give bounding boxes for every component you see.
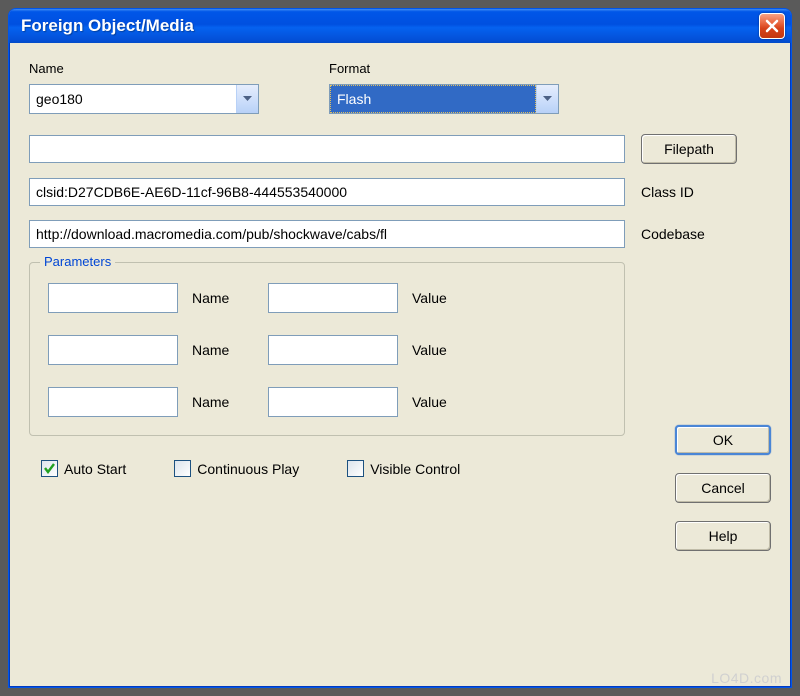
autostart-check[interactable]: Auto Start (41, 460, 126, 477)
visible-checkbox[interactable] (347, 460, 364, 477)
dialog-content: Name geo180 Format Flash (9, 43, 791, 493)
continuous-check[interactable]: Continuous Play (174, 460, 299, 477)
parameters-legend: Parameters (40, 254, 115, 269)
autostart-checkbox[interactable] (41, 460, 58, 477)
dialog-window: Foreign Object/Media Name geo180 Format (8, 8, 792, 688)
classid-input[interactable] (29, 178, 625, 206)
param-row-2: Name Value (48, 335, 606, 365)
name-combo-value: geo180 (30, 85, 236, 113)
continuous-checkbox[interactable] (174, 460, 191, 477)
format-combo-button[interactable] (536, 85, 558, 113)
filepath-button[interactable]: Filepath (641, 134, 737, 164)
titlebar: Foreign Object/Media (9, 9, 791, 43)
param-value-input-2[interactable] (268, 335, 398, 365)
chevron-down-icon (243, 96, 252, 102)
window-title: Foreign Object/Media (21, 16, 759, 36)
autostart-label: Auto Start (64, 461, 126, 477)
name-combo-button[interactable] (236, 85, 258, 113)
param-name-label: Name (192, 290, 254, 306)
param-row-1: Name Value (48, 283, 606, 313)
visible-label: Visible Control (370, 461, 460, 477)
filepath-row: Filepath (29, 134, 771, 164)
name-label: Name (29, 61, 259, 76)
format-combo[interactable]: Flash (329, 84, 559, 114)
codebase-label: Codebase (641, 226, 741, 242)
param-value-label: Value (412, 342, 474, 358)
param-name-label: Name (192, 394, 254, 410)
param-value-label: Value (412, 290, 474, 306)
visible-check[interactable]: Visible Control (347, 460, 460, 477)
ok-button[interactable]: OK (675, 425, 771, 455)
checkbox-row: Auto Start Continuous Play Visible Contr… (41, 460, 771, 477)
close-icon (765, 19, 779, 33)
chevron-down-icon (543, 96, 552, 102)
name-group: Name geo180 (29, 61, 259, 114)
cancel-button[interactable]: Cancel (675, 473, 771, 503)
param-name-input-3[interactable] (48, 387, 178, 417)
format-combo-value: Flash (330, 85, 536, 113)
param-row-3: Name Value (48, 387, 606, 417)
param-name-label: Name (192, 342, 254, 358)
codebase-row: Codebase (29, 220, 771, 248)
format-group: Format Flash (329, 61, 559, 114)
classid-row: Class ID (29, 178, 771, 206)
param-value-input-1[interactable] (268, 283, 398, 313)
dialog-buttons: OK Cancel Help (675, 425, 771, 551)
param-name-input-2[interactable] (48, 335, 178, 365)
watermark: LO4D.com (711, 670, 782, 686)
codebase-input[interactable] (29, 220, 625, 248)
parameters-fieldset: Parameters Name Value Name Value Name Va… (29, 262, 625, 436)
param-name-input-1[interactable] (48, 283, 178, 313)
continuous-label: Continuous Play (197, 461, 299, 477)
checkmark-icon (43, 462, 56, 475)
help-button[interactable]: Help (675, 521, 771, 551)
filepath-input[interactable] (29, 135, 625, 163)
top-row: Name geo180 Format Flash (29, 61, 771, 114)
format-label: Format (329, 61, 559, 76)
close-button[interactable] (759, 13, 785, 39)
classid-label: Class ID (641, 184, 741, 200)
param-value-label: Value (412, 394, 474, 410)
param-value-input-3[interactable] (268, 387, 398, 417)
name-combo[interactable]: geo180 (29, 84, 259, 114)
